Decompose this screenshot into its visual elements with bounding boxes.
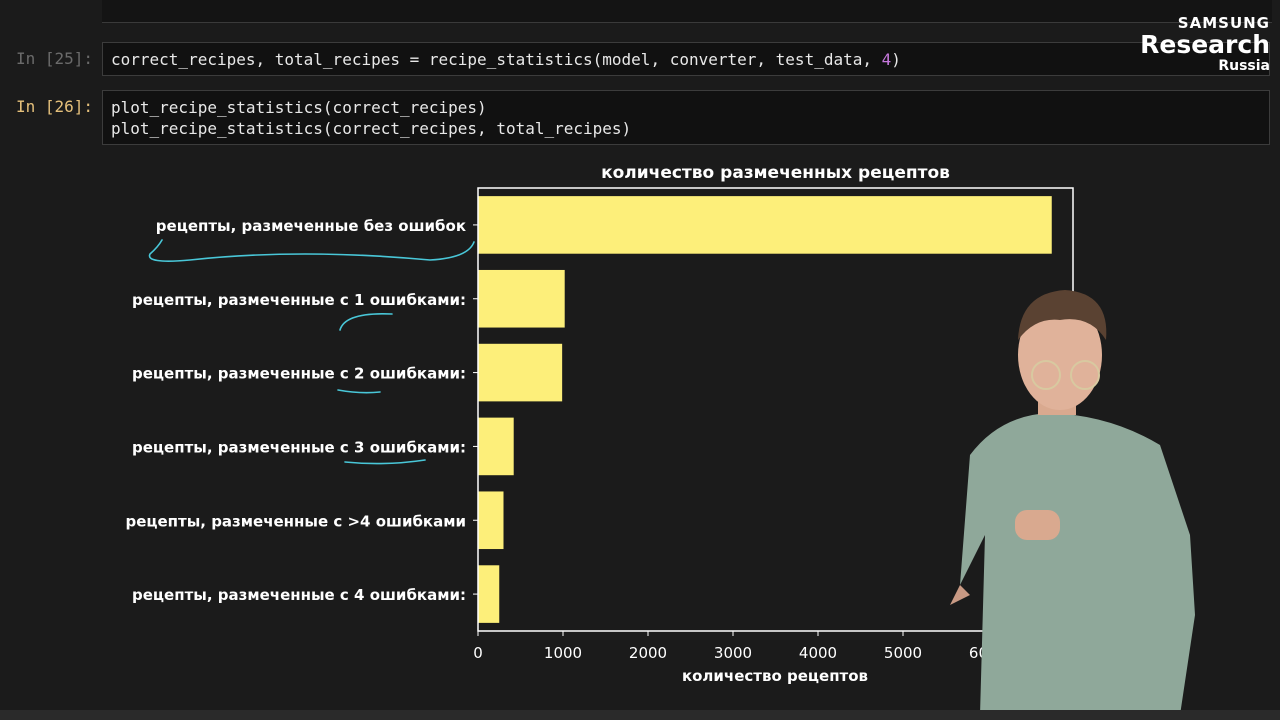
annotation-underline xyxy=(344,459,426,465)
cell-prompt-26: In [26]: xyxy=(16,97,94,116)
bar xyxy=(478,196,1052,254)
bar xyxy=(478,269,565,328)
bar xyxy=(478,343,563,402)
y-tick-label: рецепты, размеченные с 1 ошибками: xyxy=(132,291,466,309)
logo-line3: Russia xyxy=(1218,58,1270,74)
x-axis-label: количество рецептов xyxy=(682,667,868,685)
y-tick-label: рецепты, размеченные с 3 ошибками: xyxy=(132,438,466,456)
annotation-underline xyxy=(337,389,381,394)
y-tick-label: рецепты, размеченные без ошибок xyxy=(156,217,466,235)
x-tick-label: 5000 xyxy=(884,644,922,662)
x-tick-label: 4000 xyxy=(799,644,837,662)
annotation-underline xyxy=(339,313,393,331)
bar xyxy=(478,491,504,550)
code-cell-25[interactable]: correct_recipes, total_recipes = recipe_… xyxy=(102,42,1270,76)
bar xyxy=(478,565,500,623)
x-tick-label: 2000 xyxy=(629,644,667,662)
presenter-figure xyxy=(950,290,1195,715)
y-tick-label: рецепты, размеченные с 2 ошибками: xyxy=(132,365,466,383)
x-tick-label: 3000 xyxy=(714,644,752,662)
samsung-research-logo: SAMSUNG Research Russia xyxy=(1120,14,1270,74)
previous-cell-output xyxy=(102,0,1272,23)
chart-title: количество размеченных рецептов xyxy=(601,163,950,183)
code-line: plot_recipe_statistics(correct_recipes) xyxy=(111,98,487,117)
code-cell-26[interactable]: plot_recipe_statistics(correct_recipes) … xyxy=(102,90,1270,145)
code-line: correct_recipes, total_recipes = recipe_… xyxy=(111,50,901,69)
logo-line2: Research xyxy=(1140,30,1270,59)
annotation-underline xyxy=(148,239,475,262)
y-tick-label: рецепты, размеченные с >4 ошибками xyxy=(125,512,466,530)
cell-prompt-25: In [25]: xyxy=(16,49,94,68)
bar xyxy=(478,417,514,476)
y-tick-label: рецепты, размеченные с 4 ошибками: xyxy=(132,586,466,604)
x-tick-label: 1000 xyxy=(544,644,582,662)
video-bottom-bar xyxy=(0,710,1280,720)
code-line: plot_recipe_statistics(correct_recipes, … xyxy=(111,119,632,138)
x-tick-label: 0 xyxy=(473,644,483,662)
